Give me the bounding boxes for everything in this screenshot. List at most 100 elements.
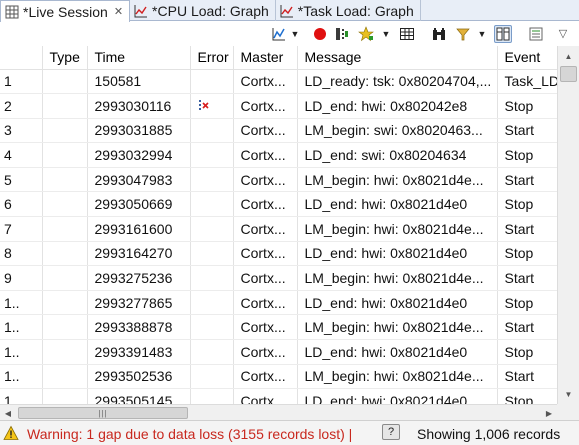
tab-label: *Task Load: Graph (297, 2, 414, 19)
vertical-scroll-thumb[interactable] (560, 66, 577, 82)
scroll-down-arrow-icon[interactable]: ▼ (558, 386, 579, 402)
tab-task-load-graph[interactable]: *Task Load: Graph (276, 0, 421, 21)
cell-error (190, 265, 234, 291)
cell-master: Cortx... (233, 314, 298, 341)
tab-cpu-load-graph[interactable]: *CPU Load: Graph (130, 0, 276, 21)
cell-event: Start (497, 118, 557, 144)
column-header-time[interactable]: Time (87, 46, 191, 70)
table-icon (5, 5, 19, 19)
chevron-down-icon[interactable]: ▽ (554, 25, 572, 43)
cell-event: Stop (497, 290, 557, 316)
table-row[interactable]: 5 2993047983 Cortx... LM_begin: hwi: 0x8021… (0, 167, 557, 193)
cell-time: 2993164270 (87, 241, 191, 267)
cell-master: Cortx... (233, 388, 298, 404)
table-header: Type Time Error Master Message Event (0, 46, 557, 70)
cell-index: 9 (0, 265, 43, 291)
log-table: Type Time Error Master Message Event 1 15… (0, 46, 557, 404)
table-row[interactable]: 1.. 2993391483 Cortx... LD_end: hwi: 0x8021… (0, 339, 557, 365)
table-row[interactable]: 1.. 2993502536 Cortx... LM_begin: hwi: 0x80… (0, 364, 557, 390)
cell-index: 1.. (0, 339, 43, 365)
cell-type (42, 118, 88, 144)
cell-time: 2993277865 (87, 290, 191, 316)
cell-index: 6 (0, 191, 43, 218)
cell-error (190, 388, 234, 404)
vertical-scrollbar[interactable]: ▲ ▼ (557, 46, 579, 404)
filter-icon[interactable] (454, 25, 472, 43)
group-icon[interactable] (494, 25, 512, 43)
cell-master: Cortx... (233, 290, 298, 316)
record-icon[interactable] (311, 25, 329, 43)
editor-tab-bar: *Live Session ✕ *CPU Load: Graph *Task L… (0, 0, 579, 22)
cell-time: 2993391483 (87, 339, 191, 365)
column-header-message[interactable]: Message (297, 46, 498, 70)
cell-master: Cortx... (233, 93, 298, 119)
cell-type (42, 216, 88, 242)
cell-master: Cortx... (233, 241, 298, 267)
cell-error (190, 69, 234, 95)
cell-master: Cortx... (233, 69, 298, 95)
horizontal-scrollbar[interactable]: ◀ ||| ▶ (0, 404, 557, 420)
column-header-error[interactable]: Error (190, 46, 234, 70)
cell-index: 1.. (0, 388, 43, 404)
analysis-icon[interactable] (270, 25, 288, 43)
cell-type (42, 167, 88, 193)
table-row[interactable]: 1.. 2993505145 Cortx... LD_end: hwi: 0x8021… (0, 388, 557, 404)
table-row[interactable]: 3 2993031885 Cortx... LM_begin: swi: 0x8020… (0, 118, 557, 144)
cell-master: Cortx... (233, 364, 298, 390)
column-header-type[interactable]: Type (42, 46, 88, 70)
tab-label: *CPU Load: Graph (152, 2, 269, 19)
cell-time: 2993388878 (87, 314, 191, 341)
close-icon[interactable]: ✕ (114, 5, 123, 18)
table-row[interactable]: 9 2993275236 Cortx... LM_begin: hwi: 0x8021… (0, 265, 557, 291)
scroll-left-arrow-icon[interactable]: ◀ (0, 405, 16, 421)
cell-index: 5 (0, 167, 43, 193)
cell-event: Start (497, 216, 557, 242)
table-row[interactable]: 2 2993030116 Cortx... LD_end: hwi: 0x802042… (0, 93, 557, 119)
cell-type (42, 142, 88, 168)
cell-message: LM_begin: hwi: 0x8021d4e... (297, 314, 498, 341)
view-menu-icon[interactable] (527, 25, 545, 43)
star-icon[interactable] (357, 25, 375, 43)
cell-message: LD_end: hwi: 0x8021d4e0 (297, 339, 498, 365)
table-row[interactable]: 8 2993164270 Cortx... LD_end: hwi: 0x8021d4… (0, 241, 557, 267)
cell-message: LM_begin: swi: 0x8020463... (297, 118, 498, 144)
scroll-right-arrow-icon[interactable]: ▶ (541, 405, 557, 421)
binoculars-icon[interactable] (430, 25, 448, 43)
table-row[interactable]: 1.. 2993277865 Cortx... LD_end: hwi: 0x8021… (0, 290, 557, 316)
cell-master: Cortx... (233, 167, 298, 193)
horizontal-scroll-thumb[interactable]: ||| (18, 407, 188, 419)
column-header-master[interactable]: Master (233, 46, 298, 70)
table-row[interactable]: 1 150581 Cortx... LD_ready: tsk: 0x80204704… (0, 69, 557, 95)
dropdown-arrow-icon[interactable]: ▼ (290, 25, 300, 43)
cell-master: Cortx... (233, 216, 298, 242)
grid-icon[interactable] (398, 25, 416, 43)
help-button[interactable]: ? (382, 424, 400, 440)
cell-error (190, 191, 234, 218)
cell-type (42, 241, 88, 267)
warning-icon (3, 425, 19, 441)
cell-event: Start (497, 314, 557, 341)
cell-message: LD_end: hwi: 0x8021d4e0 (297, 290, 498, 316)
column-header-event[interactable]: Event (497, 46, 557, 70)
column-header-index[interactable] (0, 46, 43, 70)
scroll-up-arrow-icon[interactable]: ▲ (558, 48, 579, 64)
cell-error (190, 93, 234, 119)
cell-time: 2993505145 (87, 388, 191, 404)
table-row[interactable]: 6 2993050669 Cortx... LD_end: hwi: 0x8021d4… (0, 191, 557, 218)
tab-live-session[interactable]: *Live Session ✕ (0, 0, 131, 22)
cell-index: 2 (0, 93, 43, 119)
cell-index: 1.. (0, 364, 43, 390)
stream-icon[interactable] (333, 25, 351, 43)
table-row[interactable]: 7 2993161600 Cortx... LM_begin: hwi: 0x8021… (0, 216, 557, 242)
dropdown-arrow-icon[interactable]: ▼ (477, 25, 487, 43)
cell-type (42, 364, 88, 390)
cell-index: 8 (0, 241, 43, 267)
dropdown-arrow-icon[interactable]: ▼ (381, 25, 391, 43)
table-row[interactable]: 4 2993032994 Cortx... LD_end: swi: 0x802046… (0, 142, 557, 168)
cell-type (42, 93, 88, 119)
cell-index: 7 (0, 216, 43, 242)
table-row[interactable]: 1.. 2993388878 Cortx... LM_begin: hwi: 0x80… (0, 314, 557, 341)
cell-type (42, 339, 88, 365)
cell-index: 3 (0, 118, 43, 144)
cell-index: 1.. (0, 290, 43, 316)
